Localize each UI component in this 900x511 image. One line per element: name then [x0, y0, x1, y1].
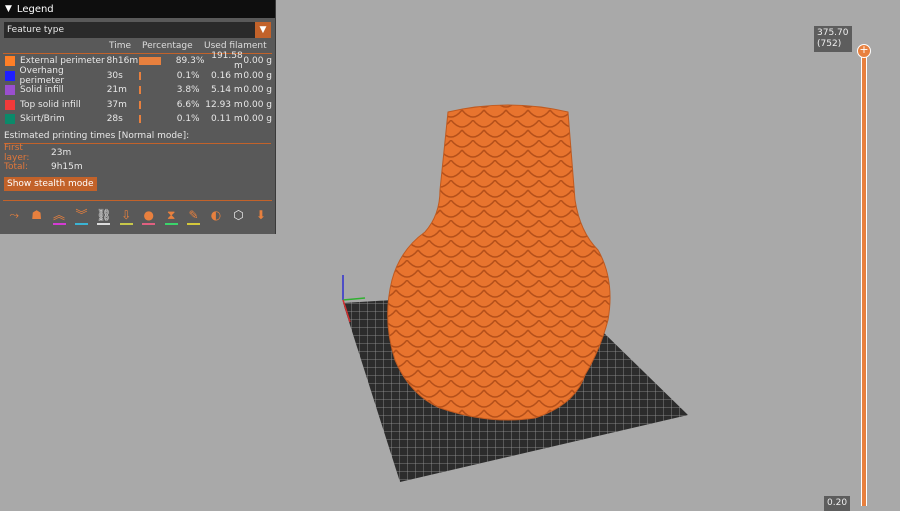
- collapse-triangle-icon[interactable]: ▼: [5, 4, 12, 14]
- color-swatch: [5, 85, 15, 96]
- top-layer: (752): [817, 39, 842, 49]
- feature-percentage: 6.6%: [176, 99, 200, 110]
- shells-icon: ⬡: [233, 208, 244, 222]
- pause-icon: ⧗: [166, 208, 176, 222]
- show-stealth-mode-button[interactable]: Show stealth mode: [4, 176, 97, 191]
- wipe-icon: ☗: [31, 208, 43, 222]
- travel-icon: ⤳: [9, 208, 20, 222]
- seams-toggle[interactable]: ⛓: [93, 206, 115, 228]
- legend-row[interactable]: Top solid infill 37m 6.6% 12.93 m 0.00 g: [3, 98, 272, 113]
- center-of-gravity-icon: ◐: [210, 208, 222, 222]
- estimated-times-label: Estimated printing times [Normal mode]:: [4, 130, 271, 144]
- feature-length: 0.11 m: [210, 114, 243, 125]
- feature-weight: 0.00 g: [243, 99, 272, 110]
- chevron-down-icon[interactable]: ▼: [255, 22, 271, 38]
- first-layer-time: 23m: [51, 147, 72, 158]
- center-of-gravity-toggle[interactable]: ◐: [205, 206, 227, 228]
- legend-row[interactable]: Skirt/Brim 28s 0.1% 0.11 m 0.00 g: [3, 112, 272, 127]
- pause-toggle[interactable]: ⧗: [160, 206, 182, 228]
- percentage-bar: [138, 71, 141, 80]
- custom-gcode-icon: ✎: [188, 208, 199, 222]
- seams-icon: ⛓: [96, 208, 112, 222]
- slider-top-tooltip: 375.70 (752): [814, 26, 852, 52]
- header-percentage: Percentage: [142, 40, 193, 51]
- feature-length: 5.14 m: [210, 85, 243, 96]
- view-type-value: Feature type: [7, 25, 64, 35]
- feature-percentage: 0.1%: [176, 70, 200, 81]
- feature-name: Top solid infill: [20, 99, 81, 110]
- feature-name: External perimeter: [20, 56, 105, 67]
- slider-upper-handle[interactable]: +: [857, 44, 871, 58]
- header-used-filament: Used filament: [204, 40, 267, 51]
- feature-time: 8h16m: [106, 56, 139, 67]
- legend-titlebar[interactable]: ▼ Legend: [0, 0, 275, 18]
- color-swatch: [5, 56, 15, 67]
- color-changes-toggle[interactable]: ●: [138, 206, 160, 228]
- legend-title: Legend: [16, 3, 54, 15]
- shells-toggle[interactable]: ⬡: [227, 206, 249, 228]
- retractions-icon: ︽: [53, 208, 66, 222]
- legend-panel: ▼ Legend Feature type ▼ Time Percentage Used…: [0, 0, 276, 234]
- feature-weight: 0.00 g: [243, 85, 272, 96]
- legend-row[interactable]: Solid infill 21m 3.8% 5.14 m 0.00 g: [3, 83, 272, 98]
- color-swatch: [5, 114, 15, 125]
- view-type-select[interactable]: Feature type ▼: [4, 22, 271, 38]
- layer-slider[interactable]: [861, 50, 867, 506]
- deretractions-icon: ︾: [75, 208, 88, 222]
- feature-weight: 0.00 g: [243, 70, 272, 81]
- feature-name: Overhang perimeter: [19, 65, 65, 86]
- slider-bottom-tooltip: 0.20: [824, 496, 851, 511]
- color-swatch: [5, 70, 15, 81]
- feature-length: 191.58 m: [211, 51, 243, 72]
- travel-toggle[interactable]: ⤳: [3, 206, 25, 228]
- feature-length: 0.16 m: [210, 70, 243, 81]
- feature-weight: 0.00 g: [243, 56, 273, 67]
- color-changes-icon: ●: [143, 208, 154, 222]
- feature-time: 28s: [106, 114, 123, 125]
- total-label: Total:: [4, 161, 29, 172]
- first-layer-label: First layer:: [4, 142, 30, 163]
- tool-marker-toggle[interactable]: ⬇: [250, 206, 272, 228]
- percentage-bar: [138, 100, 141, 109]
- bottom-height: 0.20: [827, 498, 848, 508]
- feature-time: 30s: [106, 70, 123, 81]
- tool-marker-icon: ⬇: [255, 208, 266, 222]
- percentage-bar: [138, 115, 141, 124]
- total-time: 9h15m: [51, 161, 83, 172]
- options-toolbar: ⤳ ☗ ︽ ︾ ⛓ ⇩ ● ⧗ ✎ ◐ ⬡ ⬇: [3, 200, 272, 228]
- color-swatch: [5, 99, 15, 110]
- feature-length: 12.93 m: [205, 99, 243, 110]
- deretractions-toggle[interactable]: ︾: [70, 206, 92, 228]
- percentage-bar: [138, 86, 141, 95]
- legend-row[interactable]: Overhang perimeter 30s 0.1% 0.16 m 0.00 g: [3, 65, 272, 86]
- feature-name: Solid infill: [20, 85, 64, 96]
- vase-model: [387, 104, 611, 421]
- tool-changes-toggle[interactable]: ⇩: [115, 206, 137, 228]
- percentage-bar: [138, 57, 161, 66]
- feature-time: 37m: [106, 99, 127, 110]
- feature-percentage: 0.1%: [176, 114, 200, 125]
- feature-percentage: 3.8%: [176, 85, 200, 96]
- header-time: Time: [109, 40, 132, 51]
- wipe-toggle[interactable]: ☗: [25, 206, 47, 228]
- top-height: 375.70: [817, 28, 849, 38]
- feature-name: Skirt/Brim: [20, 114, 65, 125]
- feature-percentage: 89.3%: [175, 56, 205, 67]
- retractions-toggle[interactable]: ︽: [48, 206, 70, 228]
- feature-time: 21m: [106, 85, 127, 96]
- custom-gcode-toggle[interactable]: ✎: [182, 206, 204, 228]
- feature-weight: 0.00 g: [243, 114, 272, 125]
- tool-changes-icon: ⇩: [121, 208, 132, 222]
